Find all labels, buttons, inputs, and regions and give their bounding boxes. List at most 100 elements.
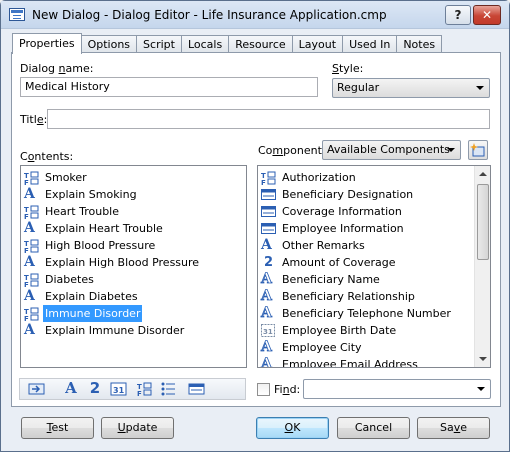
- svg-text:31: 31: [263, 328, 273, 336]
- new-component-button[interactable]: [468, 140, 488, 160]
- text-outline-icon: A: [261, 305, 273, 321]
- field-icon: TF: [24, 272, 39, 289]
- svg-text:F: F: [261, 179, 266, 185]
- list-item[interactable]: A Other Remarks: [258, 237, 490, 254]
- style-value: Regular: [337, 81, 380, 94]
- find-dropdown[interactable]: [303, 379, 491, 399]
- field-icon: TF: [261, 170, 276, 187]
- tab-locals[interactable]: Locals: [180, 35, 230, 53]
- list-item[interactable]: T F Diabetes: [21, 271, 246, 289]
- dialog-editor-window: New Dialog - Dialog Editor - Life Insura…: [0, 0, 510, 452]
- add-field-icon[interactable]: TF: [135, 381, 153, 398]
- contents-label: Contents:: [20, 150, 74, 163]
- title-label: Title:: [20, 113, 48, 126]
- scroll-down-icon[interactable]: [479, 357, 487, 361]
- tab-strip: Properties Options Script Locals Resourc…: [12, 33, 443, 54]
- components-filter-dropdown[interactable]: Available Components: [322, 140, 461, 160]
- svg-text:F: F: [24, 281, 29, 287]
- test-button[interactable]: Test: [21, 417, 94, 439]
- list-item[interactable]: A Explain High Blood Pressure: [21, 254, 246, 271]
- list-item[interactable]: Employee Information: [258, 220, 490, 237]
- list-item[interactable]: T F Heart Trouble: [21, 203, 246, 221]
- add-text-icon[interactable]: A: [62, 381, 80, 398]
- tab-used-in[interactable]: Used In: [342, 35, 398, 53]
- new-component-icon: [470, 143, 485, 157]
- ok-button[interactable]: OK: [256, 417, 329, 439]
- text-icon: A: [261, 237, 272, 253]
- list-item[interactable]: A Employee Email Address: [258, 356, 490, 368]
- list-item[interactable]: 2 Amount of Coverage: [258, 254, 490, 271]
- date-icon: 31: [261, 323, 276, 338]
- chevron-down-icon: [447, 148, 455, 152]
- chevron-down-icon: [476, 86, 484, 90]
- find-label: Find:: [274, 383, 301, 396]
- save-button[interactable]: Save: [417, 417, 490, 439]
- title-input[interactable]: [47, 109, 490, 129]
- text-outline-icon: A: [261, 356, 273, 368]
- list-item[interactable]: T F Authorization: [258, 169, 490, 187]
- list-item[interactable]: A Explain Diabetes: [21, 288, 246, 305]
- list-item[interactable]: A Beneficiary Relationship: [258, 288, 490, 305]
- insert-icon[interactable]: [28, 381, 46, 398]
- list-item[interactable]: T F High Blood Pressure: [21, 237, 246, 255]
- svg-text:F: F: [24, 315, 29, 321]
- scroll-thumb[interactable]: [477, 184, 489, 260]
- list-item[interactable]: 31 Employee Birth Date: [258, 322, 490, 339]
- list-item[interactable]: A Beneficiary Telephone Number: [258, 305, 490, 322]
- group-icon: [261, 204, 276, 219]
- svg-text:F: F: [24, 247, 29, 253]
- chevron-down-icon: [477, 387, 485, 391]
- svg-text:F: F: [137, 390, 142, 396]
- svg-text:31: 31: [113, 386, 125, 395]
- text-icon: A: [24, 254, 35, 270]
- list-item[interactable]: A Beneficiary Name: [258, 271, 490, 288]
- tab-script[interactable]: Script: [136, 35, 182, 53]
- find-checkbox[interactable]: [257, 383, 270, 396]
- text-icon: A: [24, 220, 35, 236]
- text-icon: A: [24, 322, 35, 338]
- field-icon: TF: [24, 170, 39, 187]
- style-label: Style:: [332, 62, 364, 75]
- list-item[interactable]: A Explain Heart Trouble: [21, 220, 246, 237]
- text-outline-icon: A: [261, 271, 273, 287]
- help-button[interactable]: ?: [445, 5, 471, 25]
- contents-toolbar: A 2 31 TF: [19, 378, 246, 400]
- components-scrollbar[interactable]: [474, 166, 490, 367]
- scroll-up-icon[interactable]: [479, 172, 487, 176]
- components-label: Components:: [258, 144, 332, 157]
- tab-options[interactable]: Options: [80, 35, 138, 53]
- contents-list[interactable]: T F Smoker A Explain Smoking T F Heart Troubl…: [20, 165, 247, 368]
- list-item[interactable]: A Explain Immune Disorder: [21, 322, 246, 339]
- cancel-button[interactable]: Cancel: [337, 417, 410, 439]
- group-icon: [261, 221, 276, 236]
- dialog-name-label: Dialog name:: [20, 62, 94, 75]
- tab-layout[interactable]: Layout: [291, 35, 344, 53]
- field-icon: TF: [24, 306, 39, 323]
- list-item[interactable]: A Explain Smoking: [21, 186, 246, 203]
- tab-properties[interactable]: Properties: [12, 33, 82, 54]
- update-button[interactable]: Update: [101, 417, 174, 439]
- text-outline-icon: A: [261, 288, 273, 304]
- field-icon: TF: [24, 238, 39, 255]
- dialog-name-input[interactable]: Medical History: [20, 77, 318, 97]
- list-item[interactable]: Coverage Information: [258, 203, 490, 220]
- list-item-selected[interactable]: T F Immune Disorder: [21, 305, 246, 323]
- list-item[interactable]: Beneficiary Designation: [258, 186, 490, 203]
- add-number-icon[interactable]: 2: [86, 381, 104, 398]
- group-icon: [261, 187, 276, 202]
- svg-text:F: F: [24, 213, 29, 219]
- tab-resource[interactable]: Resource: [228, 35, 293, 53]
- list-item[interactable]: T F Smoker: [21, 169, 246, 187]
- style-dropdown[interactable]: Regular: [332, 78, 490, 98]
- close-button[interactable]: ✕: [473, 5, 501, 25]
- text-outline-icon: A: [261, 339, 273, 355]
- dialog-icon: [9, 8, 25, 21]
- tab-notes[interactable]: Notes: [396, 35, 443, 53]
- list-item[interactable]: A Employee City: [258, 339, 490, 356]
- components-list[interactable]: T F Authorization Beneficiary Designation …: [257, 165, 491, 368]
- add-date-icon[interactable]: 31: [110, 381, 128, 398]
- window-title: New Dialog - Dialog Editor - Life Insura…: [32, 8, 387, 22]
- add-group-icon[interactable]: [188, 381, 206, 398]
- title-bar[interactable]: New Dialog - Dialog Editor - Life Insura…: [1, 1, 509, 29]
- add-list-icon[interactable]: [159, 381, 177, 398]
